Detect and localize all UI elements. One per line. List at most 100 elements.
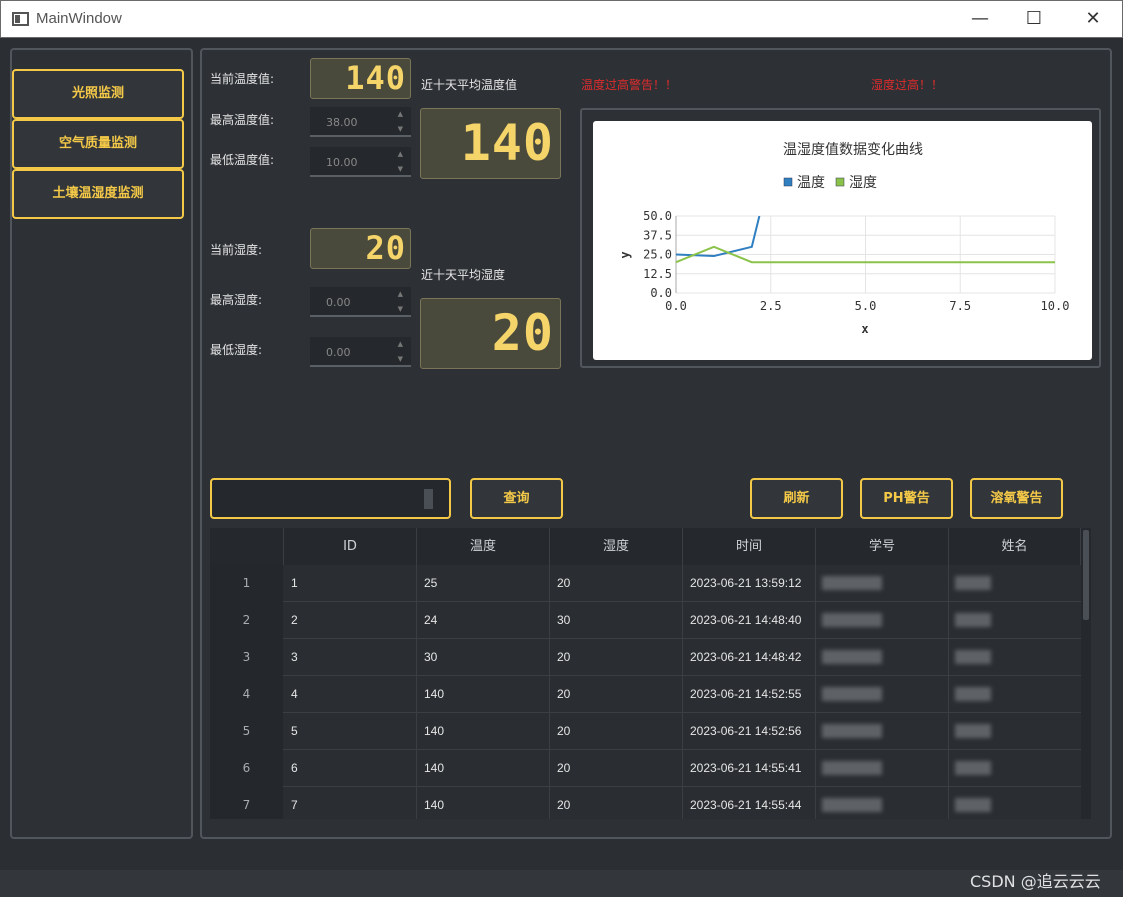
table-row[interactable]: 7 7 140 20 2023-06-21 14:55:44 <box>210 787 1081 819</box>
cell-hum[interactable]: 20 <box>550 750 683 787</box>
spin-down-icon[interactable]: ▼ <box>398 355 403 363</box>
ph-warning-button[interactable]: PH警告 <box>860 478 953 519</box>
min-temp-spinbox[interactable]: 10.00 ▲ ▼ <box>310 147 411 177</box>
cell-name[interactable] <box>949 565 1081 602</box>
max-temp-spinbox[interactable]: 38.00 ▲ ▼ <box>310 107 411 137</box>
row-number: 6 <box>210 750 283 787</box>
header-time[interactable]: 时间 <box>683 528 816 565</box>
cell-hum[interactable]: 20 <box>550 565 683 602</box>
max-hum-value: 0.00 <box>326 296 351 309</box>
max-hum-spinbox[interactable]: 0.00 ▲ ▼ <box>310 287 411 317</box>
current-hum-label: 当前湿度: <box>210 243 263 257</box>
spin-up-icon[interactable]: ▲ <box>398 110 403 118</box>
oxygen-warning-button[interactable]: 溶氧警告 <box>970 478 1063 519</box>
hum-warning: 湿度过高！！ <box>871 78 944 92</box>
cell-student-id[interactable] <box>816 713 949 750</box>
header-student-id[interactable]: 学号 <box>816 528 949 565</box>
cell-name[interactable] <box>949 750 1081 787</box>
cell-id[interactable]: 5 <box>284 713 417 750</box>
min-hum-value: 0.00 <box>326 346 351 359</box>
table-row[interactable]: 3 3 30 20 2023-06-21 14:48:42 <box>210 639 1081 676</box>
chart-tick-labels: 0.0 2.5 5.0 7.5 10.0 0.0 12.5 25.0 37.5 50.0 <box>643 209 1069 313</box>
cell-time[interactable]: 2023-06-21 14:52:55 <box>683 676 816 713</box>
cell-temp[interactable]: 140 <box>417 750 550 787</box>
cell-time[interactable]: 2023-06-21 14:48:40 <box>683 602 816 639</box>
scrollbar-thumb[interactable] <box>1083 530 1089 620</box>
cell-student-id[interactable] <box>816 602 949 639</box>
table-header: ID 温度 湿度 时间 学号 姓名 <box>210 528 1081 565</box>
cell-hum[interactable]: 20 <box>550 787 683 819</box>
max-temp-value: 38.00 <box>326 116 358 129</box>
spin-up-icon[interactable]: ▲ <box>398 150 403 158</box>
cell-name[interactable] <box>949 713 1081 750</box>
cell-time[interactable]: 2023-06-21 14:55:41 <box>683 750 816 787</box>
table-row[interactable]: 2 2 24 30 2023-06-21 14:48:40 <box>210 602 1081 639</box>
cell-id[interactable]: 3 <box>284 639 417 676</box>
refresh-button[interactable]: 刷新 <box>750 478 843 519</box>
data-table: ID 温度 湿度 时间 学号 姓名 1 1 25 20 2023-06-21 13:59… <box>210 528 1091 819</box>
y-tick-label: 50.0 <box>643 209 672 223</box>
query-button[interactable]: 查询 <box>470 478 563 519</box>
cell-name[interactable] <box>949 676 1081 713</box>
spin-up-icon[interactable]: ▲ <box>398 340 403 348</box>
cell-student-id[interactable] <box>816 750 949 787</box>
cell-time[interactable]: 2023-06-21 14:48:42 <box>683 639 816 676</box>
table-row[interactable]: 5 5 140 20 2023-06-21 14:52:56 <box>210 713 1081 750</box>
min-hum-spinbox[interactable]: 0.00 ▲ ▼ <box>310 337 411 367</box>
cell-id[interactable]: 7 <box>284 787 417 819</box>
light-monitor-button[interactable]: 光照监测 <box>12 69 184 119</box>
close-icon[interactable]: ✕ <box>1070 1 1116 38</box>
table-row[interactable]: 6 6 140 20 2023-06-21 14:55:41 <box>210 750 1081 787</box>
x-tick-label: 10.0 <box>1041 299 1070 313</box>
spin-down-icon[interactable]: ▼ <box>398 125 403 133</box>
table-row[interactable]: 4 4 140 20 2023-06-21 14:52:55 <box>210 676 1081 713</box>
x-tick-label: 7.5 <box>949 299 971 313</box>
minimize-icon[interactable]: — <box>957 1 1003 38</box>
cell-id[interactable]: 2 <box>284 602 417 639</box>
cell-student-id[interactable] <box>816 639 949 676</box>
cell-hum[interactable]: 20 <box>550 713 683 750</box>
redacted-mask <box>955 650 991 664</box>
cell-name[interactable] <box>949 602 1081 639</box>
spin-down-icon[interactable]: ▼ <box>398 305 403 313</box>
cell-temp[interactable]: 140 <box>417 713 550 750</box>
spin-up-icon[interactable]: ▲ <box>398 290 403 298</box>
cell-name[interactable] <box>949 639 1081 676</box>
cell-temp[interactable]: 30 <box>417 639 550 676</box>
cell-time[interactable]: 2023-06-21 14:55:44 <box>683 787 816 819</box>
spin-down-icon[interactable]: ▼ <box>398 165 403 173</box>
cell-student-id[interactable] <box>816 787 949 819</box>
cell-time[interactable]: 2023-06-21 14:52:56 <box>683 713 816 750</box>
cell-hum[interactable]: 30 <box>550 602 683 639</box>
cell-student-id[interactable] <box>816 565 949 602</box>
cell-student-id[interactable] <box>816 676 949 713</box>
avg-hum-display: 20 <box>420 298 561 369</box>
legend-label: 温度 <box>797 175 825 191</box>
cell-id[interactable]: 4 <box>284 676 417 713</box>
redacted-mask <box>955 576 991 590</box>
cell-hum[interactable]: 20 <box>550 639 683 676</box>
cell-temp[interactable]: 140 <box>417 787 550 819</box>
cell-temp[interactable]: 25 <box>417 565 550 602</box>
header-id[interactable]: ID <box>284 528 417 565</box>
header-temp[interactable]: 温度 <box>417 528 550 565</box>
y-tick-label: 12.5 <box>643 267 672 281</box>
header-hum[interactable]: 湿度 <box>550 528 683 565</box>
search-input[interactable] <box>210 478 451 519</box>
cell-hum[interactable]: 20 <box>550 676 683 713</box>
air-quality-button[interactable]: 空气质量监测 <box>12 119 184 169</box>
soil-monitor-button[interactable]: 土壤温湿度监测 <box>12 169 184 219</box>
cell-temp[interactable]: 140 <box>417 676 550 713</box>
y-axis-label: y <box>618 251 632 258</box>
nav-panel: 光照监测 空气质量监测 土壤温湿度监测 <box>10 48 193 839</box>
cell-temp[interactable]: 24 <box>417 602 550 639</box>
cell-id[interactable]: 1 <box>284 565 417 602</box>
cell-time[interactable]: 2023-06-21 13:59:12 <box>683 565 816 602</box>
table-row[interactable]: 1 1 25 20 2023-06-21 13:59:12 <box>210 565 1081 602</box>
row-number: 3 <box>210 639 283 676</box>
header-name[interactable]: 姓名 <box>949 528 1081 565</box>
maximize-icon[interactable]: ☐ <box>1011 1 1057 38</box>
cell-name[interactable] <box>949 787 1081 819</box>
table-scrollbar[interactable] <box>1081 528 1091 819</box>
cell-id[interactable]: 6 <box>284 750 417 787</box>
